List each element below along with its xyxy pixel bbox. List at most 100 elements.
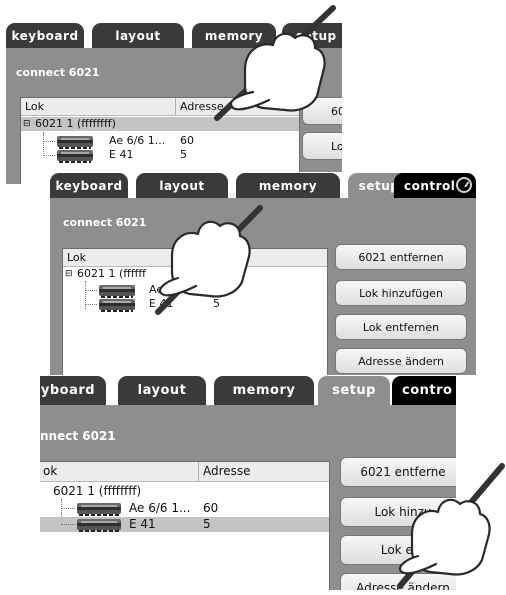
change-address-label: Adresse ändern (356, 581, 450, 590)
screen-step-3: yboard layout memory setup contro nnect … (40, 375, 456, 590)
change-address-button[interactable]: Adresse ändern (340, 573, 456, 590)
remove-lok-label: Lok I (331, 139, 342, 153)
table-row[interactable]: E 41 5 (21, 148, 299, 163)
tab-control[interactable]: control (394, 173, 476, 198)
table-row[interactable]: Ae 6/6 1... 60 (40, 501, 329, 516)
table-row[interactable]: E 41 5 (40, 517, 329, 532)
loco-name: E 41 (149, 297, 174, 310)
locomotive-icon (77, 519, 121, 532)
connection-title: connect 6021 (63, 216, 147, 229)
tab-layout[interactable]: layout (136, 173, 228, 198)
screen-step-2: keyboard layout memory setup control con… (50, 172, 476, 375)
loco-tree: ok Adresse 6021 1 (ffffffff) Ae 6/6 1...… (40, 461, 330, 590)
loco-name: Ae 6/6 1... (109, 134, 166, 147)
tree-root-label: 6021 1 (ffffffff) (35, 117, 116, 130)
loco-name: E 41 (109, 148, 134, 161)
tab-control-label: control (404, 178, 456, 193)
remove-6021-button[interactable]: 6021 (302, 97, 342, 125)
tab-layout[interactable]: layout (92, 23, 184, 48)
loco-name: Ae 6/6 1... (129, 501, 191, 515)
tab-keyboard[interactable]: keyboard (6, 23, 84, 48)
locomotive-icon (99, 299, 135, 312)
tab-setup-label: setup (332, 383, 376, 398)
locomotive-icon (77, 503, 121, 516)
remove-6021-button[interactable]: 6021 entfernen (335, 244, 467, 270)
tree-row-6021[interactable]: 6021 1 (ffffffff) (40, 484, 329, 499)
tab-layout[interactable]: layout (118, 376, 206, 405)
tree-header: Lok Adresse (21, 98, 299, 116)
tab-setup[interactable]: setup (282, 23, 342, 48)
tab-memory-label: memory (204, 28, 264, 43)
change-address-label: Adresse ändern (358, 354, 444, 368)
tab-bar: keyboard layout memory setup (6, 22, 342, 48)
remove-6021-label: 6021 entfernen (358, 250, 444, 264)
remove-lok-label: Lok ent (380, 543, 426, 557)
tree-line (61, 524, 75, 525)
table-row[interactable]: Ae 6/6 1... 60 (21, 134, 299, 149)
remove-lok-label: Lok entfernen (362, 320, 440, 334)
column-header-adresse[interactable]: Adresse (176, 98, 299, 115)
tab-bar: yboard layout memory setup contro (40, 375, 456, 405)
tab-memory-label: memory (232, 383, 296, 398)
add-lok-label: Lok hinzu (374, 505, 432, 519)
remove-6021-label: 6021 entferne (360, 465, 446, 479)
loco-address: 60 (213, 283, 227, 296)
remove-lok-button[interactable]: Lok ent (340, 535, 456, 565)
tab-memory[interactable]: memory (192, 23, 276, 48)
remove-6021-button[interactable]: 6021 entferne (340, 457, 456, 487)
loco-address: 5 (180, 148, 187, 161)
column-header-lok[interactable]: Lok (21, 98, 176, 115)
tab-setup[interactable]: setup (318, 376, 390, 405)
tree-line (43, 141, 55, 142)
tab-memory[interactable]: memory (236, 173, 340, 198)
loco-address: 5 (213, 297, 220, 310)
tab-keyboard-label: yboard (40, 383, 96, 398)
tab-bar: keyboard layout memory setup control (50, 172, 476, 198)
tab-keyboard-label: keyboard (55, 178, 123, 193)
tab-layout-label: layout (115, 28, 161, 43)
tree-line (43, 155, 55, 156)
tree-root-label: 6021 1 (ffffffff) (53, 484, 142, 498)
column-header-lok[interactable]: ok (40, 462, 199, 481)
add-lok-button[interactable]: Lok hinzufügen (335, 280, 467, 306)
tree-root-label: 6021 1 (ffffff (77, 267, 147, 280)
loco-address: 60 (180, 134, 194, 147)
loco-tree: Lok Adresse ⊟ 6021 1 (ffffffff) Ae 6/6 1… (20, 97, 300, 184)
tab-memory-label: memory (258, 178, 318, 193)
tab-layout-label: layout (137, 383, 187, 398)
tab-keyboard[interactable]: yboard (40, 376, 106, 405)
loco-tree: Lok ⊟ 6021 1 (ffffff Ae 60 E 41 5 (62, 248, 328, 375)
tree-header: ok Adresse (40, 462, 329, 482)
remove-lok-button[interactable]: Lok I (302, 132, 342, 160)
tree-line (61, 508, 75, 509)
locomotive-icon (57, 136, 93, 149)
change-address-button[interactable]: Adresse ändern (335, 348, 467, 374)
locomotive-icon (57, 150, 93, 163)
table-row[interactable]: E 41 5 (63, 297, 327, 312)
tab-control[interactable]: contro (392, 376, 456, 405)
tab-keyboard-label: keyboard (11, 28, 79, 43)
table-row[interactable]: Ae 60 (63, 283, 327, 298)
column-header-adresse[interactable]: Adresse (199, 462, 329, 481)
connection-title: nnect 6021 (40, 429, 116, 443)
tree-line (85, 290, 97, 291)
tab-keyboard[interactable]: keyboard (50, 173, 128, 198)
tab-setup-label: setup (296, 28, 337, 43)
remove-lok-button[interactable]: Lok entfernen (335, 314, 467, 340)
tab-memory[interactable]: memory (214, 376, 314, 405)
screen-step-1: keyboard layout memory setup connect 602… (6, 22, 342, 184)
tree-row-6021[interactable]: ⊟ 6021 1 (ffffff (63, 267, 327, 281)
tab-layout-label: layout (159, 178, 205, 193)
tree-row-6021[interactable]: ⊟ 6021 1 (ffffffff) (21, 117, 299, 131)
collapse-icon[interactable]: ⊟ (23, 117, 31, 131)
collapse-icon[interactable]: ⊟ (65, 267, 73, 281)
column-header-lok[interactable]: Lok (63, 249, 327, 266)
connection-title: connect 6021 (16, 66, 100, 79)
add-lok-label: Lok hinzufügen (359, 286, 443, 300)
tree-line (85, 304, 97, 305)
add-lok-button[interactable]: Lok hinzu (340, 497, 456, 527)
gauge-icon (456, 177, 472, 193)
remove-6021-label: 6021 (331, 104, 342, 118)
tree-header: Lok (63, 249, 327, 267)
loco-name: E 41 (129, 517, 156, 531)
